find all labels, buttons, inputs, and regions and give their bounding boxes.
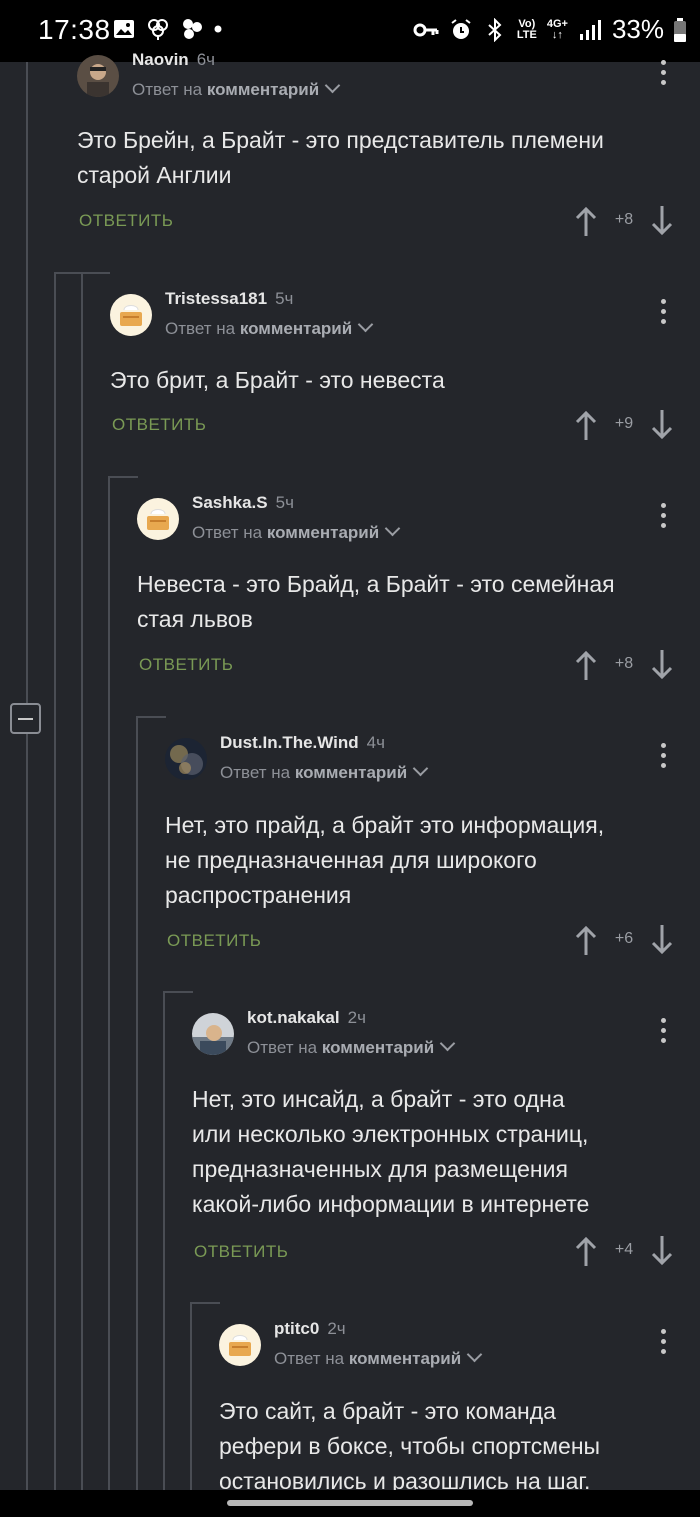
comment-body: Это сайт, а брайт - это команда рефери в… [219,1398,601,1494]
dots-cluster-icon [183,19,202,39]
battery-icon [674,17,686,42]
flower-icon [148,19,168,40]
thread-line [108,476,110,1490]
thread-line [26,62,28,1490]
navigation-bar [0,1490,700,1517]
reply-to-link[interactable]: Ответ на комментарий [220,760,429,783]
home-gesture-handle[interactable] [227,1500,473,1506]
more-options-icon[interactable] [661,743,667,771]
avatar[interactable] [110,294,152,336]
vote-score: +8 [614,211,634,228]
avatar[interactable] [192,1013,234,1055]
comment-age: 4ч [366,733,385,752]
chevron-down-icon [412,760,429,777]
arrow-up-icon[interactable] [574,925,598,955]
vote-control: +8 [574,650,674,680]
collapse-thread-button[interactable] [10,703,41,734]
thread-connector [190,1302,220,1304]
vote-control: +6 [574,925,674,955]
key-icon [413,23,439,36]
comment-age: 2ч [327,1319,346,1338]
more-options-icon[interactable] [661,1329,667,1357]
more-options-icon[interactable] [661,503,667,531]
vote-control: +8 [574,206,674,236]
comment-body: Нет, это инсайд, а брайт - это одна или … [192,1086,590,1217]
arrow-up-icon[interactable] [574,650,598,680]
arrow-up-icon[interactable] [574,1236,598,1266]
comment-author[interactable]: Tristessa181 5ч [165,289,293,309]
screen: 17:38 Vo) LTE 4G+ ↓↑ 33% Naovin 6ч Ответ… [0,0,700,1517]
reply-button[interactable]: ОТВЕТИТЬ [194,1242,288,1262]
bluetooth-icon [488,17,502,42]
arrow-down-icon[interactable] [650,206,674,236]
comment-author[interactable]: kot.nakakal 2ч [247,1008,366,1028]
comment-author[interactable]: ptitc0 2ч [274,1319,346,1339]
more-options-icon[interactable] [661,299,667,327]
chevron-down-icon [466,1346,483,1363]
thread-line [81,272,83,1490]
vote-control: +4 [574,1236,674,1266]
reply-button[interactable]: ОТВЕТИТЬ [139,655,233,675]
thread-line [190,1302,192,1490]
thread-line [163,991,165,1490]
vote-score: +9 [614,415,634,432]
battery-percent: 33% [611,14,664,44]
reply-to-link[interactable]: Ответ на комментарий [165,316,374,339]
arrow-up-icon[interactable] [574,206,598,236]
comment-author[interactable]: Dust.In.The.Wind 4ч [220,733,385,753]
reply-to-link[interactable]: Ответ на комментарий [192,520,401,543]
chevron-down-icon [357,316,374,333]
reply-to-link[interactable]: Ответ на комментарий [274,1346,483,1369]
thread-line [136,716,138,1490]
reply-button[interactable]: ОТВЕТИТЬ [112,415,206,435]
status-left-icons [112,17,222,41]
reply-button[interactable]: ОТВЕТИТЬ [79,211,173,231]
vote-score: +6 [614,930,634,947]
signal-icon [579,19,601,40]
comment-age: 5ч [275,289,294,308]
status-time: 17:38 [38,14,111,45]
chevron-down-icon [324,77,341,94]
thread-connector [54,272,110,274]
gallery-icon [114,20,134,38]
avatar[interactable] [219,1324,261,1366]
thread-connector [108,476,138,478]
thread-connector [163,991,193,993]
comment-body: Невеста - это Брайд, а Брайт - это семей… [137,571,615,632]
more-options-icon[interactable] [661,60,667,88]
network-gen-indicator: 4G+ ↓↑ [546,17,568,41]
thread-line [54,272,56,1490]
chevron-down-icon [384,520,401,537]
comment-body: Нет, это прайд, а брайт это информация, … [165,812,605,908]
comment-age: 5ч [275,493,294,512]
reply-to-link[interactable]: Ответ на комментарий [247,1035,456,1058]
comment-body: Это брит, а Брайт - это невеста [110,367,445,393]
vote-score: +8 [614,655,634,672]
avatar[interactable] [137,498,179,540]
comment-author[interactable]: Naovin 6ч [132,50,215,70]
arrow-down-icon[interactable] [650,925,674,955]
thread-connector [136,716,166,718]
arrow-down-icon[interactable] [650,410,674,440]
comment-age: 6ч [196,50,215,69]
comment-author[interactable]: Sashka.S 5ч [192,493,294,513]
arrow-down-icon[interactable] [650,1236,674,1266]
volte-indicator: Vo) LTE [516,17,537,41]
reply-button[interactable]: ОТВЕТИТЬ [167,931,261,951]
arrow-up-icon[interactable] [574,410,598,440]
vote-score: +4 [614,1241,634,1258]
arrow-down-icon[interactable] [650,650,674,680]
avatar[interactable] [77,55,119,97]
comment-age: 2ч [347,1008,366,1027]
status-bar: 17:38 Vo) LTE 4G+ ↓↑ 33% [0,0,700,62]
chevron-down-icon [439,1035,456,1052]
comment-body: Это Брейн, а Брайт - это представитель п… [77,127,604,188]
status-right-icons: Vo) LTE 4G+ ↓↑ 33% [413,14,686,45]
vote-control: +9 [574,410,674,440]
more-options-icon[interactable] [661,1018,667,1046]
notification-dot-icon [214,25,222,33]
alarm-icon [451,18,471,39]
avatar[interactable] [165,738,207,780]
reply-to-link[interactable]: Ответ на комментарий [132,77,341,100]
